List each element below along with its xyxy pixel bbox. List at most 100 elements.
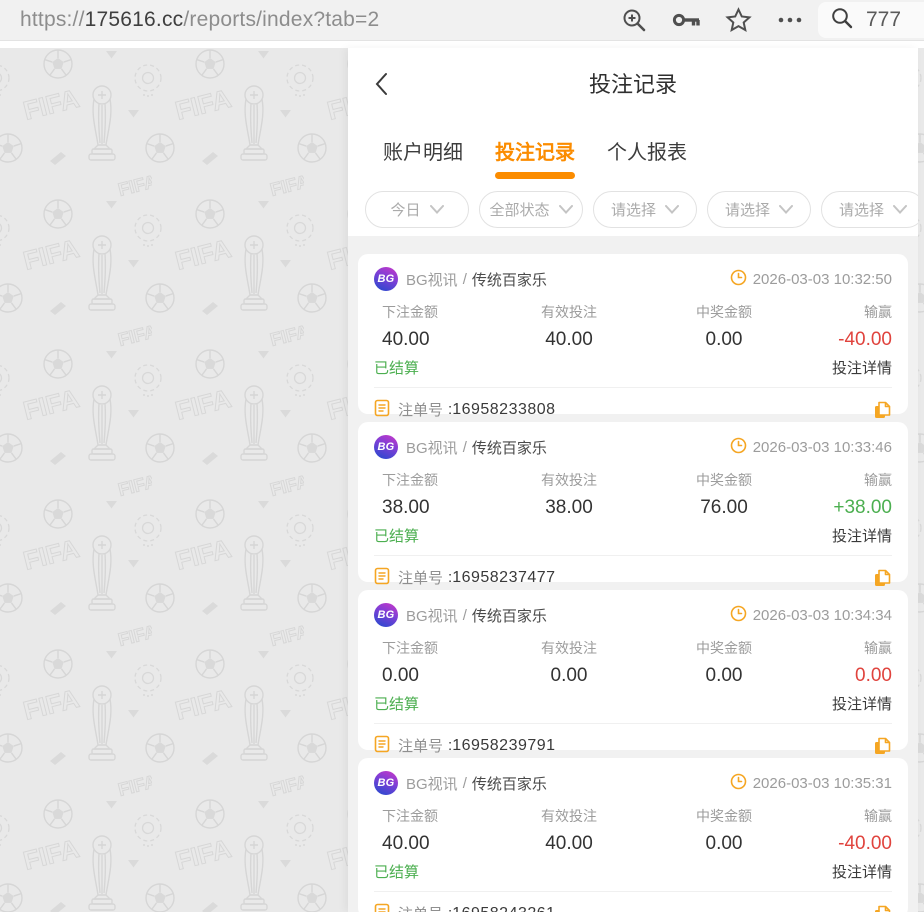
valid-bet-amount: 40.00 [545, 329, 593, 350]
url-domain: 175616.cc [84, 8, 184, 31]
provider-name: BG视讯 [406, 271, 458, 289]
bet-detail-link[interactable]: 投注详情 [832, 861, 892, 882]
bet-detail-link[interactable]: 投注详情 [832, 693, 892, 714]
bet-time: 2026-03-03 10:33:46 [752, 438, 892, 456]
clock-icon [730, 605, 747, 626]
chevron-down-icon [558, 204, 573, 214]
order-doc-icon [374, 903, 390, 912]
valid-bet-amount: 0.00 [550, 665, 588, 686]
panel-header: 投注记录 [348, 48, 918, 118]
clock-icon [730, 437, 747, 458]
filter-label: 请选择 [838, 201, 884, 219]
provider-game-separator: / [462, 270, 467, 288]
more-icon[interactable] [776, 7, 804, 33]
filter-date-select[interactable]: 今日 [365, 190, 469, 228]
status-badge: 已结算 [374, 696, 420, 713]
filter-label: 今日 [390, 201, 421, 219]
copy-icon[interactable] [873, 568, 892, 588]
valid-bet-amount: 40.00 [545, 833, 593, 854]
order-number: 16958243261 [452, 905, 555, 912]
reports-panel: 投注记录 账户明细 投注记录 个人报表 今日 全部状态 请选择 请选择 请选择 [348, 48, 918, 912]
bet-amount: 40.00 [382, 833, 430, 854]
filter-select-3[interactable]: 请选择 [593, 190, 697, 228]
column-header-win: 中奖金额 [696, 640, 752, 656]
column-header-bet: 下注金额 [382, 640, 438, 656]
chevron-down-icon [429, 204, 444, 214]
order-number: 16958237477 [452, 568, 556, 586]
order-doc-icon [374, 567, 390, 589]
tab-bar: 账户明细 投注记录 个人报表 [348, 118, 918, 182]
clock-icon [730, 773, 747, 794]
status-badge: 已结算 [374, 360, 420, 377]
order-number-label: 注单号 [398, 402, 444, 419]
provider-logo: BG [374, 267, 398, 291]
profit-value: +38.00 [833, 497, 892, 518]
bet-amount: 40.00 [382, 329, 430, 350]
column-header-profit: 输赢 [864, 472, 892, 488]
tab-account-detail[interactable]: 账户明细 [383, 136, 463, 165]
tab-personal-report[interactable]: 个人报表 [607, 136, 687, 165]
column-header-valid: 有效投注 [541, 640, 597, 656]
chevron-down-icon [779, 204, 793, 214]
provider-logo: BG [374, 435, 398, 459]
order-number: 16958233808 [452, 400, 556, 418]
page-title: 投注记录 [588, 72, 677, 97]
column-header-profit: 输赢 [864, 640, 892, 656]
status-badge: 已结算 [374, 528, 420, 545]
bet-detail-link[interactable]: 投注详情 [832, 525, 892, 546]
records-list: BG BG视讯 / 传统百家乐 2026-03-03 10:32:50 下注金额… [348, 236, 918, 912]
zoom-in-icon[interactable] [621, 7, 647, 33]
provider-logo-text: BG [377, 609, 395, 621]
game-name: 传统百家乐 [471, 271, 547, 289]
bet-time: 2026-03-03 10:34:34 [752, 606, 892, 624]
bet-time: 2026-03-03 10:35:31 [752, 774, 892, 792]
provider-logo: BG [374, 771, 398, 795]
order-doc-icon [374, 399, 390, 421]
url-scheme: https:// [20, 8, 85, 31]
copy-icon[interactable] [873, 904, 892, 912]
order-number-label: 注单号 [398, 738, 444, 755]
column-header-profit: 输赢 [864, 304, 892, 320]
find-bar[interactable]: 777 [818, 2, 924, 38]
bet-record-card: BG BG视讯 / 传统百家乐 2026-03-03 10:34:34 下注金额… [358, 590, 908, 755]
back-button[interactable] [374, 72, 388, 101]
filter-bar: 今日 全部状态 请选择 请选择 请选择 [348, 182, 918, 236]
profit-value: 0.00 [855, 665, 892, 686]
bet-record-card: BG BG视讯 / 传统百家乐 2026-03-03 10:32:50 下注金额… [358, 254, 908, 419]
win-amount: 0.00 [705, 665, 743, 686]
win-amount: 0.00 [705, 329, 743, 350]
column-header-win: 中奖金额 [696, 304, 752, 320]
order-number-label: 注单号 [398, 570, 444, 587]
key-icon[interactable] [671, 7, 701, 33]
bet-amount: 38.00 [382, 497, 430, 518]
star-icon[interactable] [725, 7, 752, 33]
provider-logo-text: BG [377, 777, 395, 789]
provider-name: BG视讯 [406, 607, 458, 625]
column-header-win: 中奖金额 [696, 808, 752, 824]
filter-select-5[interactable]: 请选择 [821, 190, 918, 228]
copy-icon[interactable] [873, 400, 892, 420]
bet-record-card: BG BG视讯 / 传统百家乐 2026-03-03 10:33:46 下注金额… [358, 422, 908, 587]
provider-name: BG视讯 [406, 439, 458, 457]
bet-detail-link[interactable]: 投注详情 [832, 357, 892, 378]
column-header-bet: 下注金额 [382, 304, 438, 320]
chevron-down-icon [665, 204, 679, 214]
column-header-bet: 下注金额 [382, 472, 438, 488]
provider-game-separator: / [462, 774, 467, 792]
game-name: 传统百家乐 [471, 439, 547, 457]
filter-select-4[interactable]: 请选择 [707, 190, 811, 228]
provider-logo-text: BG [377, 273, 395, 285]
column-header-valid: 有效投注 [541, 808, 597, 824]
filter-label: 请选择 [610, 201, 656, 219]
win-amount: 76.00 [700, 497, 748, 518]
search-icon [830, 6, 854, 35]
find-query-text[interactable]: 777 [866, 8, 901, 32]
order-number-label: 注单号 [398, 903, 443, 912]
order-doc-icon [374, 735, 390, 757]
url-text[interactable]: https://175616.cc/reports/index?tab=2 [20, 8, 379, 32]
valid-bet-amount: 38.00 [545, 497, 593, 518]
tab-bet-records[interactable]: 投注记录 [495, 136, 575, 165]
provider-game-separator: / [462, 606, 467, 624]
copy-icon[interactable] [873, 736, 892, 756]
filter-status-select[interactable]: 全部状态 [479, 190, 583, 228]
